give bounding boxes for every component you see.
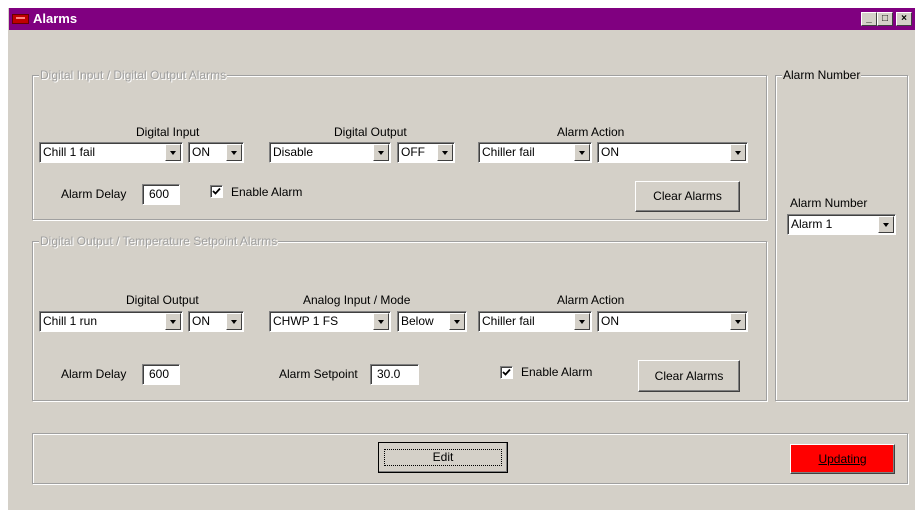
temperature-alarms-legend: Digital Output / Temperature Setpoint Al…	[39, 234, 279, 248]
alarm-delay-label: Alarm Delay	[61, 187, 127, 201]
digital-output-state-value: ON	[192, 314, 210, 328]
alarm-delay-label: Alarm Delay	[61, 367, 127, 381]
enable-alarm-checkbox[interactable]	[210, 185, 223, 198]
alarm-number-label: Alarm Number	[790, 196, 868, 210]
alarm-action-value: Chiller fail	[482, 314, 535, 328]
alarm-delay-value: 600	[149, 367, 170, 381]
alarm-action-state-select[interactable]: ON	[597, 142, 748, 163]
chevron-down-icon[interactable]	[373, 144, 389, 161]
window-title: Alarms	[33, 11, 78, 26]
digital-output-value: Chill 1 run	[43, 314, 98, 328]
analog-input-value: CHWP 1 FS	[273, 314, 339, 328]
alarm-number-value: Alarm 1	[791, 217, 833, 231]
digital-input-label: Digital Input	[136, 125, 200, 139]
chevron-down-icon[interactable]	[226, 313, 242, 330]
edit-label: Edit	[383, 449, 503, 466]
app-icon	[12, 14, 29, 24]
close-button[interactable]: ×	[896, 12, 912, 26]
chevron-down-icon[interactable]	[226, 144, 242, 161]
digital-input-state-value: ON	[192, 145, 210, 159]
digital-input-value: Chill 1 fail	[43, 145, 96, 159]
enable-alarm-label: Enable Alarm	[231, 185, 303, 199]
enable-alarm-label: Enable Alarm	[521, 365, 593, 379]
alarm-action-label: Alarm Action	[557, 293, 625, 307]
alarm-delay-value: 600	[149, 187, 170, 201]
digital-output-state-value: OFF	[401, 145, 425, 159]
checkmark-icon	[212, 187, 221, 195]
alarms-window: Alarms _ □ × Digital Input / Digital Out…	[8, 8, 915, 510]
mode-value: Below	[401, 314, 434, 328]
alarm-action-state-value: ON	[601, 145, 619, 159]
alarm-action-label: Alarm Action	[557, 125, 625, 139]
chevron-down-icon[interactable]	[730, 313, 746, 330]
alarm-action-select[interactable]: Chiller fail	[478, 311, 592, 332]
alarm-number-select[interactable]: Alarm 1	[787, 214, 896, 235]
maximize-button[interactable]: □	[877, 12, 893, 26]
digital-alarms-legend: Digital Input / Digital Output Alarms	[39, 68, 228, 82]
bottom-panel: Edit Updating	[32, 433, 908, 484]
analog-input-label: Analog Input / Mode	[303, 293, 411, 307]
minimize-icon: _	[866, 13, 872, 24]
chevron-down-icon[interactable]	[165, 144, 181, 161]
alarm-action-select[interactable]: Chiller fail	[478, 142, 592, 163]
digital-output-select[interactable]: Chill 1 run	[39, 311, 183, 332]
title-bar[interactable]: Alarms _ □ ×	[9, 8, 915, 30]
digital-alarms-group: Digital Input / Digital Output Alarms Di…	[32, 68, 767, 220]
enable-alarm-checkbox[interactable]	[500, 366, 513, 379]
chevron-down-icon[interactable]	[165, 313, 181, 330]
temperature-alarms-group: Digital Output / Temperature Setpoint Al…	[32, 234, 767, 401]
maximize-icon: □	[881, 13, 889, 24]
chevron-down-icon[interactable]	[730, 144, 746, 161]
digital-output-label: Digital Output	[126, 293, 199, 307]
alarm-number-group: Alarm Number Alarm Number Alarm 1	[775, 68, 908, 401]
digital-output-label: Digital Output	[334, 125, 407, 139]
chevron-down-icon[interactable]	[574, 313, 590, 330]
alarm-action-value: Chiller fail	[482, 145, 535, 159]
clear-alarms-button[interactable]: Clear Alarms	[638, 360, 740, 392]
digital-output-value: Disable	[273, 145, 314, 159]
digital-input-select[interactable]: Chill 1 fail	[39, 142, 183, 163]
chevron-down-icon[interactable]	[373, 313, 389, 330]
edit-button[interactable]: Edit	[378, 442, 508, 473]
chevron-down-icon[interactable]	[449, 313, 465, 330]
analog-input-select[interactable]: CHWP 1 FS	[269, 311, 391, 332]
digital-output-select[interactable]: Disable	[269, 142, 391, 163]
chevron-down-icon[interactable]	[437, 144, 453, 161]
chevron-down-icon[interactable]	[878, 216, 894, 233]
clear-alarms-label: Clear Alarms	[654, 369, 724, 383]
minimize-button[interactable]: _	[861, 12, 877, 26]
alarm-action-state-select[interactable]: ON	[597, 311, 748, 332]
chevron-down-icon[interactable]	[574, 144, 590, 161]
alarm-action-state-value: ON	[601, 314, 619, 328]
mode-select[interactable]: Below	[397, 311, 467, 332]
digital-output-state-select[interactable]: ON	[188, 311, 244, 332]
digital-input-state-select[interactable]: ON	[188, 142, 244, 163]
digital-output-state-select[interactable]: OFF	[397, 142, 455, 163]
alarm-delay-input[interactable]: 600	[142, 184, 180, 205]
alarm-setpoint-input[interactable]: 30.0	[370, 364, 419, 385]
alarm-delay-input[interactable]: 600	[142, 364, 180, 385]
alarm-setpoint-value: 30.0	[377, 367, 401, 381]
updating-label: Updating	[818, 452, 867, 466]
checkmark-icon	[502, 368, 511, 376]
close-icon: ×	[901, 13, 907, 24]
clear-alarms-label: Clear Alarms	[653, 189, 722, 203]
updating-status-button[interactable]: Updating	[790, 444, 895, 474]
alarm-setpoint-label: Alarm Setpoint	[279, 367, 358, 381]
clear-alarms-button[interactable]: Clear Alarms	[635, 181, 740, 212]
alarm-number-legend: Alarm Number	[782, 68, 862, 82]
